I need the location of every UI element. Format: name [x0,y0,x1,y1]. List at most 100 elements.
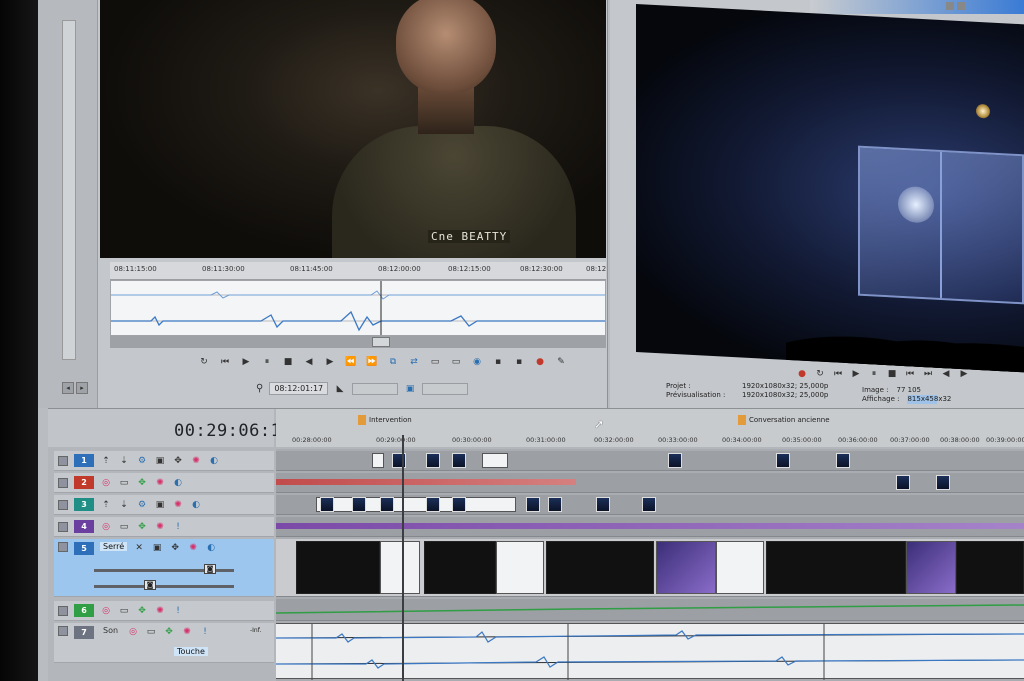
video-clip[interactable] [766,541,906,594]
timeline-ruler[interactable]: Intervention Conversation ancienne 00:28… [276,409,1024,447]
track-fx-icon[interactable]: ✺ [172,499,184,511]
video-clip-thumb[interactable] [668,453,682,468]
video-clip-thumb[interactable] [320,497,334,512]
marker-icon[interactable]: ● [534,356,546,368]
automation-icon[interactable]: ◐ [208,455,220,467]
expand-icon[interactable] [58,605,68,616]
compositing-icon[interactable]: ▣ [154,499,166,511]
video-clip[interactable] [956,541,1024,594]
track-header-2[interactable]: 2 ◎ ▭ ✥ ✺ ◐ [54,473,274,493]
video-clip-thumb[interactable] [596,497,610,512]
trimmer-video-frame[interactable]: Cne BEATTY [100,0,606,258]
loop-icon[interactable]: ↻ [198,356,210,368]
fit-icon[interactable]: ▭ [450,356,462,368]
video-clip-thumb[interactable] [452,497,466,512]
solo-icon[interactable]: ✥ [136,477,148,489]
trimmer-horizontal-scrollbar[interactable] [110,336,606,348]
video-clip[interactable] [496,541,544,594]
play-from-start-icon[interactable]: ⏮ [219,356,231,368]
previous-frame-icon[interactable]: ◀ [303,356,315,368]
track-header-7[interactable]: 7 Son ◎ ▭ ✥ ✺ ! Touche -Inf. [54,623,274,663]
track-fx-icon[interactable]: ✺ [154,605,166,617]
stop-icon[interactable]: ■ [282,356,294,368]
track-lane-6[interactable] [275,599,1024,621]
audio-track-lane[interactable] [275,623,1024,680]
slider-knob[interactable]: ◙ [144,580,156,590]
stop-icon[interactable]: ■ [886,368,898,380]
go-end-icon[interactable]: ⏭ [922,368,934,380]
video-clip-thumb[interactable] [836,453,850,468]
track-header-3[interactable]: 3 ⇡ ⇣ ⚙ ▣ ✺ ◐ [54,495,274,515]
track-header-4[interactable]: 4 ◎ ▭ ✥ ✺ ! [54,517,274,537]
track-header-6[interactable]: 6 ◎ ▭ ✥ ✺ ! [54,601,274,621]
video-clip[interactable] [656,541,716,594]
loop-icon[interactable]: ↻ [814,368,826,380]
solo-icon[interactable]: ⇣ [118,455,130,467]
record-icon[interactable]: ● [796,368,808,380]
record-arm-icon[interactable]: ◎ [127,626,139,638]
selection-length-field[interactable] [352,382,399,395]
track-fx-icon[interactable]: ✺ [190,455,202,467]
solo-icon[interactable]: ⇣ [118,499,130,511]
mute-icon[interactable]: ▭ [145,626,157,638]
motion-icon[interactable]: ✥ [169,542,181,554]
expand-icon[interactable] [58,542,68,552]
track-subname[interactable]: Touche [174,647,208,656]
overwrite-icon[interactable]: ⇄ [408,356,420,368]
pause-icon[interactable]: ⏸ [261,356,273,368]
mark-triangle-icon[interactable]: ◣ [334,383,346,395]
next-frame-icon[interactable]: ▶ [324,356,336,368]
video-clip[interactable] [906,541,956,594]
play-icon[interactable]: ▶ [240,356,252,368]
track-lane-3[interactable] [276,495,1024,515]
video-clip[interactable] [482,453,508,468]
expand-icon[interactable] [58,626,68,636]
preview-video-frame[interactable] [636,4,1024,373]
current-time-display[interactable]: 00:29:06:11 [174,421,292,441]
play-from-start-icon[interactable]: ⏮ [832,368,844,380]
previous-frame-icon[interactable]: ◀ [940,368,952,380]
video-clip-thumb[interactable] [426,497,440,512]
video-clip[interactable] [380,541,420,594]
mute-icon[interactable]: ▭ [118,477,130,489]
tracks-area[interactable] [275,449,1024,681]
automation-icon[interactable]: ◐ [172,477,184,489]
automation-icon[interactable]: ◐ [190,499,202,511]
video-clip-thumb[interactable] [896,475,910,490]
track-lane-5[interactable] [276,539,1024,597]
go-start-icon[interactable]: ⏪ [345,356,357,368]
audio-envelope[interactable] [276,523,1024,529]
mute-icon[interactable]: ▭ [118,605,130,617]
track-fx-icon[interactable]: ✺ [181,626,193,638]
snapshot-icon[interactable]: ▪ [492,356,504,368]
solo-icon[interactable]: ✥ [136,605,148,617]
scroll-left-icon[interactable]: ◂ [62,382,74,394]
maximize-icon[interactable] [957,2,965,10]
solo-icon[interactable]: ✥ [163,626,175,638]
video-clip[interactable] [316,497,516,512]
go-start-icon[interactable]: ⏮ [904,368,916,380]
expand-icon[interactable] [58,477,68,488]
trimmer-waveform[interactable] [110,280,606,336]
video-clip[interactable] [546,541,654,594]
automation-icon[interactable]: ◐ [205,542,217,554]
track-level-slider[interactable] [94,585,234,588]
video-clip[interactable] [424,541,496,594]
trimmer-timecode[interactable]: 08:12:01:17 [269,382,329,395]
expand-icon[interactable] [58,499,68,510]
mute-icon[interactable]: ▭ [118,521,130,533]
go-end-icon[interactable]: ⏩ [366,356,378,368]
video-clip-thumb[interactable] [548,497,562,512]
fx-icon[interactable]: ⚙ [136,499,148,511]
track-fx-icon[interactable]: ✺ [187,542,199,554]
record-arm-icon[interactable]: ◎ [100,521,112,533]
expand-icon[interactable] [58,521,68,532]
video-clip-thumb[interactable] [380,497,394,512]
slider-knob[interactable]: ◙ [204,564,216,574]
solo-icon[interactable]: ✥ [136,521,148,533]
trimmer-vertical-scrollbar[interactable] [62,20,76,360]
record-arm-icon[interactable]: ◎ [100,605,112,617]
video-clip[interactable] [372,453,384,468]
audio-envelope[interactable] [276,479,576,485]
track-fx-icon[interactable]: ✺ [154,521,166,533]
